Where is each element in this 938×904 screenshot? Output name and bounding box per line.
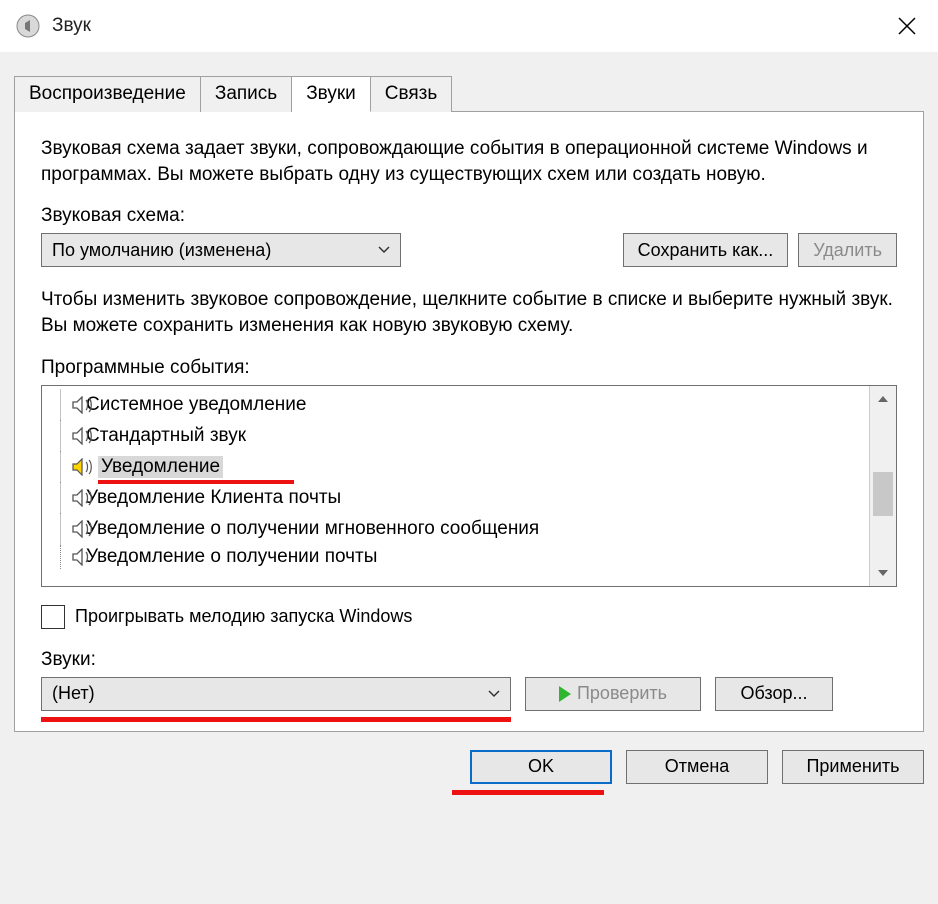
speaker-icon [72,489,94,507]
events-listbox[interactable]: Системное уведомление Стандартный звук У… [41,385,897,587]
ok-button[interactable]: OK [470,750,612,784]
speaker-active-icon [72,458,94,476]
event-item[interactable]: Стандартный звук [42,421,869,452]
test-label: Проверить [577,683,667,704]
scroll-up-button[interactable] [870,386,896,412]
sound-icon [16,14,40,38]
scheme-combobox[interactable]: По умолчанию (изменена) [41,233,401,267]
scheme-value: По умолчанию (изменена) [52,240,271,261]
vertical-scrollbar[interactable] [869,386,896,586]
annotation-underline [41,717,511,722]
event-item-selected[interactable]: Уведомление [42,452,869,483]
close-button[interactable] [884,3,930,49]
speaker-icon [72,548,94,566]
title-bar: Звук [0,0,938,52]
tab-strip: Воспроизведение Запись Звуки Связь [14,76,924,112]
speaker-icon [72,396,94,414]
sounds-label: Звуки: [41,649,897,671]
event-label: Стандартный звук [86,425,246,447]
startup-sound-label: Проигрывать мелодию запуска Windows [75,606,412,627]
scroll-thumb[interactable] [873,472,893,516]
event-label: Уведомление о получении мгновенного сооб… [86,518,539,540]
events-help: Чтобы изменить звуковое сопровождение, щ… [41,287,897,338]
save-as-button[interactable]: Сохранить как... [623,233,789,267]
chevron-down-icon [488,690,500,698]
event-item[interactable]: Уведомление о получении почты [42,545,869,569]
tab-recording[interactable]: Запись [201,76,292,112]
play-icon [559,686,571,702]
scheme-description: Звуковая схема задает звуки, сопровождаю… [41,136,897,187]
annotation-underline [452,790,604,795]
event-item[interactable]: Системное уведомление [42,390,869,421]
tab-panel-sounds: Звуковая схема задает звуки, сопровождаю… [14,112,924,732]
startup-sound-checkbox[interactable] [41,605,65,629]
sound-value: (Нет) [52,683,95,704]
apply-button[interactable]: Применить [782,750,924,784]
tab-sounds[interactable]: Звуки [292,76,371,112]
tab-communications[interactable]: Связь [371,76,453,112]
speaker-icon [72,520,94,538]
window-title: Звук [52,15,91,37]
scroll-track[interactable] [870,412,896,560]
event-label: Системное уведомление [86,394,306,416]
scroll-down-button[interactable] [870,560,896,586]
event-item[interactable]: Уведомление о получении мгновенного сооб… [42,514,869,545]
chevron-down-icon [378,246,390,254]
cancel-button[interactable]: Отмена [626,750,768,784]
scheme-label: Звуковая схема: [41,205,897,227]
event-label: Уведомление о получении почты [86,546,377,568]
event-label: Уведомление Клиента почты [86,487,341,509]
browse-button[interactable]: Обзор... [715,677,833,711]
events-label: Программные события: [41,357,897,379]
delete-button: Удалить [798,233,897,267]
sound-combobox[interactable]: (Нет) [41,677,511,711]
speaker-icon [72,427,94,445]
test-button: Проверить [525,677,701,711]
tab-playback[interactable]: Воспроизведение [14,76,201,112]
event-item[interactable]: Уведомление Клиента почты [42,483,869,514]
event-label: Уведомление [98,456,223,478]
dialog-footer: OK Отмена Применить [0,732,938,784]
sound-dialog: Звук Воспроизведение Запись Звуки Связь … [0,0,938,904]
